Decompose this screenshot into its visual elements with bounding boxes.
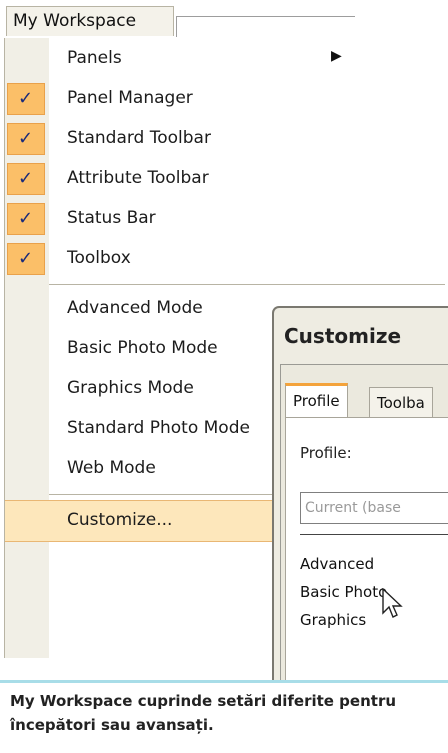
- submenu-arrow-icon: ▶: [331, 48, 342, 64]
- screenshot-area: My Workspace Panels ▶ ✓ Panel Manager ✓ …: [0, 0, 448, 680]
- menu-item-label: Advanced Mode: [67, 298, 203, 318]
- tab-toolbars[interactable]: Toolba: [369, 387, 433, 418]
- menu-item-panels[interactable]: Panels ▶: [5, 40, 445, 78]
- profile-dropdown[interactable]: Current (base: [300, 492, 448, 524]
- menu-item-label: Toolbox: [67, 248, 131, 268]
- profile-tab-panel: Profile: Current (base Advanced Basic Ph…: [285, 417, 448, 680]
- dialog-title: Customize: [284, 324, 402, 348]
- profile-item-advanced[interactable]: Advanced: [300, 555, 374, 573]
- menu-item-attribute-toolbar[interactable]: ✓ Attribute Toolbar: [5, 160, 445, 198]
- menu-item-status-bar[interactable]: ✓ Status Bar: [5, 200, 445, 238]
- menu-bar: My Workspace: [0, 0, 448, 38]
- dialog-body: Profile Toolba Profile: Current (base Ad…: [280, 364, 448, 680]
- menu-item-label: Customize...: [67, 510, 173, 530]
- menubar-spacer: [176, 16, 355, 37]
- menu-item-label: Panels: [67, 48, 122, 68]
- customize-dialog: Customize Profile Toolba Profile: Curren…: [272, 306, 448, 680]
- check-icon: ✓: [7, 163, 45, 195]
- check-icon: ✓: [7, 83, 45, 115]
- menu-item-label: Graphics Mode: [67, 378, 194, 398]
- menu-item-toolbox[interactable]: ✓ Toolbox: [5, 240, 445, 278]
- menu-item-label: Panel Manager: [67, 88, 193, 108]
- profile-item-basic-photo[interactable]: Basic Photo: [300, 583, 387, 601]
- caption-text: My Workspace cuprinde setări diferite pe…: [10, 692, 397, 734]
- menu-item-standard-toolbar[interactable]: ✓ Standard Toolbar: [5, 120, 445, 158]
- menu-item-label: Attribute Toolbar: [67, 168, 209, 188]
- check-icon: ✓: [7, 203, 45, 235]
- menu-item-label: Standard Photo Mode: [67, 418, 250, 438]
- menu-item-panel-manager[interactable]: ✓ Panel Manager: [5, 80, 445, 118]
- check-icon: ✓: [7, 123, 45, 155]
- mouse-cursor-icon: [382, 588, 403, 618]
- menu-item-label: Status Bar: [67, 208, 156, 228]
- figure-caption: My Workspace cuprinde setări diferite pe…: [0, 680, 448, 753]
- menu-item-label: Basic Photo Mode: [67, 338, 218, 358]
- profile-list: Advanced Basic Photo Graphics: [300, 534, 448, 680]
- check-icon: ✓: [7, 243, 45, 275]
- menu-item-label: Standard Toolbar: [67, 128, 211, 148]
- menu-item-label: Web Mode: [67, 458, 156, 478]
- profile-label: Profile:: [300, 444, 352, 462]
- tab-profile[interactable]: Profile: [285, 383, 348, 420]
- menu-separator: [49, 284, 445, 285]
- profile-item-graphics[interactable]: Graphics: [300, 611, 366, 629]
- my-workspace-menu[interactable]: My Workspace: [6, 6, 174, 36]
